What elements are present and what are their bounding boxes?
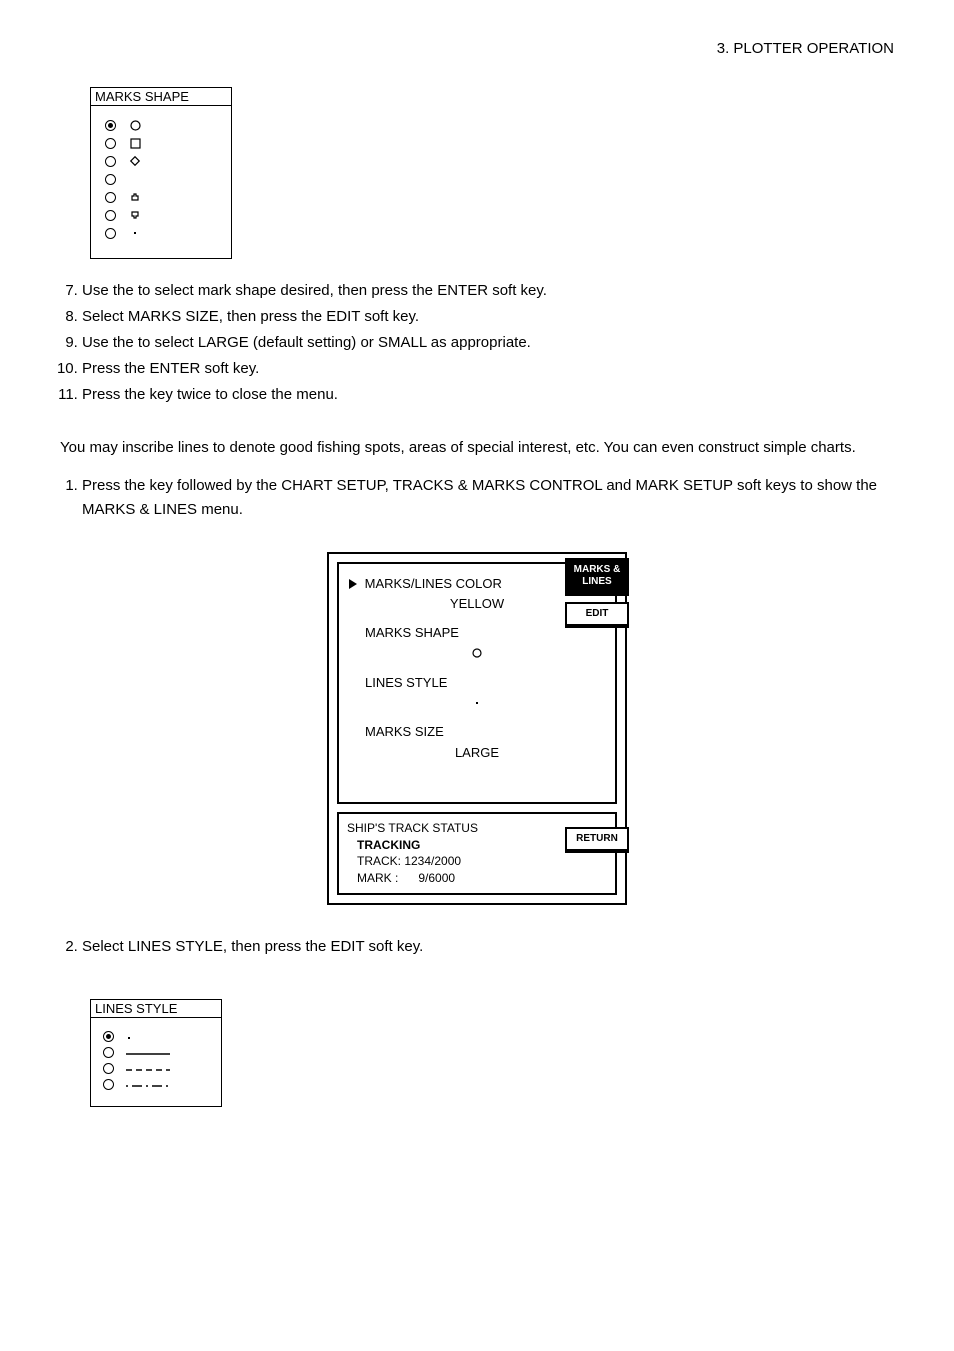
- shape-option: [105, 224, 217, 242]
- menu-value-icon: [349, 693, 605, 714]
- track-value: TRACK: 1234/2000: [357, 853, 607, 870]
- dot-line-icon: [126, 1028, 166, 1045]
- circle-icon: [128, 118, 142, 132]
- diamond-icon: [128, 154, 142, 168]
- marks-shape-panel: MARKS SHAPE: [90, 87, 232, 259]
- shape-option: [105, 152, 217, 170]
- line-option: [103, 1044, 209, 1060]
- status-box: SHIP'S TRACK STATUS TRACKING TRACK: 1234…: [337, 812, 617, 895]
- intro-paragraph: You may inscribe lines to denote good fi…: [60, 437, 894, 460]
- step-10: Press the ENTER soft key.: [82, 357, 894, 381]
- radio-selected-icon: [105, 120, 116, 131]
- radio-icon: [105, 210, 116, 221]
- radio-icon: [103, 1047, 114, 1058]
- radio-icon: [105, 228, 116, 239]
- menu-label: MARKS SHAPE: [365, 625, 459, 640]
- menu-label: MARKS SIZE: [365, 724, 444, 739]
- menu-value: LARGE: [349, 743, 605, 764]
- radio-icon: [103, 1079, 114, 1090]
- dashed-line-icon: [126, 1060, 170, 1077]
- line-option: [103, 1076, 209, 1092]
- mark-value: MARK : 9/6000: [357, 870, 607, 887]
- menu-item: MARKS SHAPE: [349, 623, 605, 665]
- line-option: [103, 1060, 209, 1076]
- step-11: Press the key twice to close the menu.: [82, 383, 894, 407]
- shape-option: [105, 116, 217, 134]
- steps-list-1: Use the to select mark shape desired, th…: [60, 279, 894, 407]
- radio-icon: [105, 192, 116, 203]
- shape-option: [105, 134, 217, 152]
- menu-value-icon: [349, 644, 605, 665]
- page-header: 3. PLOTTER OPERATION: [60, 40, 894, 57]
- line-option: [103, 1028, 209, 1044]
- solid-line-icon: [126, 1044, 170, 1061]
- shape-option: [105, 206, 217, 224]
- marks-lines-softkey: MARKS & LINES: [565, 558, 629, 596]
- radio-icon: [105, 156, 116, 167]
- step-7: Use the to select mark shape desired, th…: [82, 279, 894, 303]
- radio-icon: [105, 138, 116, 149]
- lines-style-title: LINES STYLE: [91, 1000, 221, 1018]
- step-1-press: Press the key followed by the CHART SETU…: [82, 474, 894, 522]
- blank-icon: [128, 172, 142, 186]
- menu-item: LINES STYLE: [349, 673, 605, 715]
- dashdot-line-icon: [126, 1076, 170, 1093]
- step-8: Select MARKS SIZE, then press the EDIT s…: [82, 305, 894, 329]
- castle-down-icon: [128, 208, 142, 222]
- step-2: Select LINES STYLE, then press the EDIT …: [82, 935, 894, 959]
- cursor-icon: [349, 579, 357, 589]
- steps-list-2: Press the key followed by the CHART SETU…: [60, 474, 894, 522]
- dot-icon: [128, 226, 142, 240]
- radio-selected-icon: [103, 1031, 114, 1042]
- menu-label: LINES STYLE: [365, 675, 447, 690]
- shape-option: [105, 170, 217, 188]
- edit-softkey: EDIT: [565, 602, 629, 628]
- marks-lines-menu-figure: MARKS & LINES EDIT RETURN MARKS/LINES CO…: [60, 552, 894, 906]
- radio-icon: [105, 174, 116, 185]
- steps-list-3: Select LINES STYLE, then press the EDIT …: [60, 935, 894, 959]
- menu-label: MARKS/LINES COLOR: [365, 576, 502, 591]
- shape-option: [105, 188, 217, 206]
- menu-item: MARKS SIZE LARGE: [349, 722, 605, 764]
- return-softkey: RETURN: [565, 827, 629, 853]
- lines-style-panel: LINES STYLE: [90, 999, 222, 1107]
- radio-icon: [103, 1063, 114, 1074]
- castle-up-icon: [128, 190, 142, 204]
- step-9: Use the to select LARGE (default setting…: [82, 331, 894, 355]
- square-icon: [128, 136, 142, 150]
- marks-shape-title: MARKS SHAPE: [91, 88, 231, 106]
